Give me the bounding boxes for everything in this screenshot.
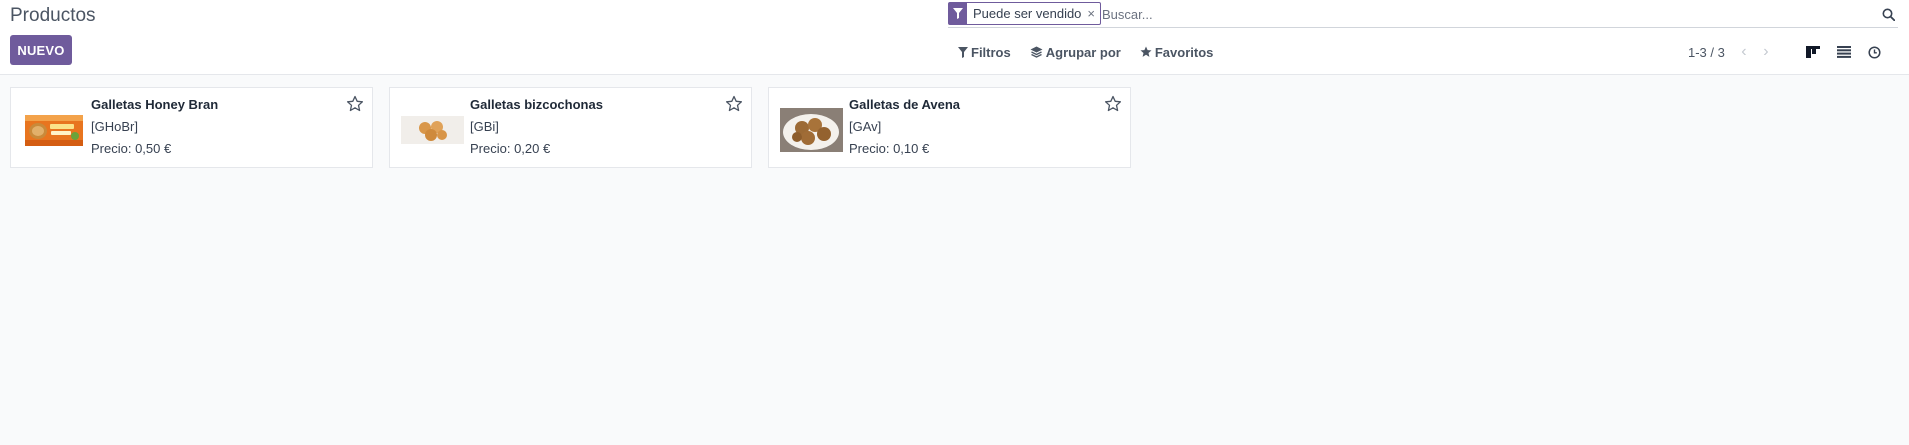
- product-name: Galletas bizcochonas: [470, 97, 603, 112]
- filter-icon: [949, 3, 967, 24]
- star-icon[interactable]: [346, 95, 364, 113]
- facet-label: Puede ser vendido: [973, 6, 1082, 21]
- product-price: Precio: 0,50 €: [91, 141, 172, 156]
- product-reference: [GHoBr]: [91, 119, 138, 134]
- new-button[interactable]: NUEVO: [10, 35, 72, 65]
- pager-previous-button[interactable]: ‹: [1733, 43, 1755, 61]
- product-image: [22, 108, 85, 152]
- kanban-card[interactable]: Galletas de Avena [GAv] Precio: 0,10 €: [768, 87, 1131, 168]
- star-icon[interactable]: [725, 95, 743, 113]
- product-reference: [GBi]: [470, 119, 499, 134]
- search-icon[interactable]: [1878, 4, 1898, 24]
- list-icon: [1836, 46, 1851, 58]
- kanban-view-button[interactable]: [1797, 40, 1828, 64]
- group-by-label: Agrupar por: [1045, 44, 1121, 60]
- search-bar: Puede ser vendido ×: [948, 2, 1898, 28]
- search-input[interactable]: [1100, 2, 1860, 26]
- product-reference: [GAv]: [849, 119, 882, 134]
- product-price: Precio: 0,10 €: [849, 141, 930, 156]
- filters-label: Filtros: [971, 44, 1011, 60]
- favorites-button[interactable]: Favoritos: [1140, 44, 1214, 60]
- kanban-card[interactable]: Galletas Honey Bran [GHoBr] Precio: 0,50…: [10, 87, 373, 168]
- star-icon: [1140, 46, 1152, 57]
- filter-icon: [958, 46, 968, 58]
- clock-icon: [1868, 45, 1881, 59]
- kanban-card[interactable]: Galletas bizcochonas [GBi] Precio: 0,20 …: [389, 87, 752, 168]
- pager: 1-3 / 3 ‹ ›: [1688, 42, 1777, 62]
- product-name: Galletas Honey Bran: [91, 97, 219, 112]
- star-icon[interactable]: [1104, 95, 1122, 113]
- pager-value[interactable]: 1-3 / 3: [1688, 45, 1725, 60]
- activity-view-button[interactable]: [1859, 40, 1890, 64]
- product-name: Galletas de Avena: [849, 97, 961, 112]
- search-panel-toolbar: Filtros Agrupar por Favoritos: [958, 42, 1232, 62]
- group-by-button[interactable]: Agrupar por: [1030, 45, 1121, 60]
- facet-remove-button[interactable]: ×: [1085, 3, 1100, 24]
- favorites-label: Favoritos: [1154, 44, 1214, 60]
- page-title: Productos: [10, 5, 96, 26]
- view-switcher: [1797, 40, 1890, 64]
- list-view-button[interactable]: [1828, 40, 1859, 64]
- product-price: Precio: 0,20 €: [470, 141, 551, 156]
- kanban-icon: [1805, 46, 1820, 58]
- filters-button[interactable]: Filtros: [958, 45, 1011, 60]
- product-image: [780, 108, 843, 152]
- control-panel: Productos NUEVO Puede ser vendido × Filt…: [0, 0, 1909, 75]
- layers-icon: [1030, 46, 1043, 58]
- search-facet: Puede ser vendido ×: [948, 2, 1102, 25]
- pager-next-button[interactable]: ›: [1755, 43, 1777, 61]
- product-image: [401, 108, 464, 152]
